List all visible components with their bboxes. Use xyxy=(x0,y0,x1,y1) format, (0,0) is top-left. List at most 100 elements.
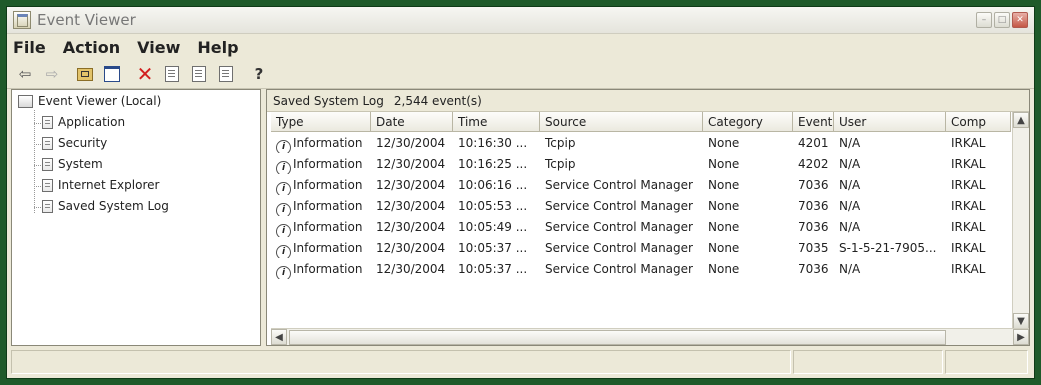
tree-connector xyxy=(34,123,41,124)
cell-event: 7035 xyxy=(798,241,829,255)
cell-category: None xyxy=(708,220,740,234)
scroll-up-icon[interactable]: ▲ xyxy=(1013,112,1029,128)
cell-event: 4202 xyxy=(798,157,829,171)
cell-type: i Information xyxy=(271,195,371,216)
type-label: Information xyxy=(293,157,363,171)
cell-computer: IRKAL xyxy=(951,220,986,234)
column-header-computer[interactable]: Comp xyxy=(946,112,1011,132)
status-pane xyxy=(945,350,1028,374)
column-header-user[interactable]: User xyxy=(834,112,946,132)
cell-user: N/A xyxy=(839,178,861,192)
cell-date: 12/30/2004 xyxy=(376,199,446,213)
up-folder-icon[interactable] xyxy=(73,63,97,85)
type-label: Information xyxy=(293,220,363,234)
status-bar xyxy=(11,350,1030,374)
type-label: Information xyxy=(293,241,363,255)
table-row[interactable]: i Information 12/30/2004 10:05:37 ... Ser… xyxy=(271,237,1013,258)
column-header-category[interactable]: Category xyxy=(703,112,793,132)
cell-time: 10:05:37 ... xyxy=(458,262,528,276)
cell-time: 10:05:49 ... xyxy=(458,220,528,234)
tree-item-security[interactable]: Security xyxy=(42,136,107,150)
scroll-down-icon[interactable]: ▼ xyxy=(1013,313,1029,329)
cell-source: Service Control Manager xyxy=(545,199,693,213)
event-viewer-icon xyxy=(13,11,31,29)
column-header-event[interactable]: Event xyxy=(793,112,834,132)
cell-user: N/A xyxy=(839,262,861,276)
cell-user: S-1-5-21-7905... xyxy=(839,241,937,255)
tree-item-system[interactable]: System xyxy=(42,157,103,171)
minimize-button[interactable]: – xyxy=(976,12,992,28)
computer-icon xyxy=(18,94,33,108)
event-count: 2,544 event(s) xyxy=(393,93,482,108)
table-row[interactable]: i Information 12/30/2004 10:06:16 ... Ser… xyxy=(271,174,1013,195)
column-header-time[interactable]: Time xyxy=(453,112,540,132)
table-row[interactable]: i Information 12/30/2004 10:16:25 ... Tcp… xyxy=(271,153,1013,174)
event-list-pane: Saved System Log 2,544 event(s) Type Dat… xyxy=(266,89,1030,346)
forward-arrow-icon[interactable]: ⇨ xyxy=(40,63,64,85)
cell-user: N/A xyxy=(839,136,861,150)
cell-type: i Information xyxy=(271,258,371,279)
cell-type: i Information xyxy=(271,153,371,174)
information-icon: i xyxy=(276,161,291,174)
type-label: Information xyxy=(293,178,363,192)
window-title: Event Viewer xyxy=(37,11,136,29)
status-pane xyxy=(793,350,943,374)
tree-connector xyxy=(34,186,41,187)
horizontal-scroll-thumb[interactable] xyxy=(289,330,946,345)
tree-item-application[interactable]: Application xyxy=(42,115,125,129)
log-icon xyxy=(42,199,53,213)
refresh-icon[interactable] xyxy=(187,63,211,85)
type-label: Information xyxy=(293,262,363,276)
scroll-left-icon[interactable]: ◀ xyxy=(271,329,287,345)
tree-item-label: Saved System Log xyxy=(58,199,169,213)
horizontal-scrollbar[interactable]: ◀ ▶ xyxy=(271,328,1029,345)
vertical-scrollbar[interactable]: ▲ ▼ xyxy=(1012,112,1029,329)
cell-type: i Information xyxy=(271,132,371,153)
column-header-source[interactable]: Source xyxy=(540,112,703,132)
cell-computer: IRKAL xyxy=(951,262,986,276)
menu-view[interactable]: View xyxy=(137,38,180,57)
help-icon[interactable]: ? xyxy=(247,63,271,85)
tree-connector xyxy=(34,110,35,213)
export-list-icon[interactable] xyxy=(214,63,238,85)
maximize-button[interactable]: □ xyxy=(994,12,1010,28)
cell-category: None xyxy=(708,178,740,192)
information-icon: i xyxy=(276,224,291,237)
show-hide-tree-icon[interactable] xyxy=(100,63,124,85)
table-row[interactable]: i Information 12/30/2004 10:05:53 ... Ser… xyxy=(271,195,1013,216)
column-header-date[interactable]: Date xyxy=(371,112,453,132)
back-arrow-icon[interactable]: ⇦ xyxy=(13,63,37,85)
information-icon: i xyxy=(276,245,291,258)
menu-help[interactable]: Help xyxy=(197,38,238,57)
cell-computer: IRKAL xyxy=(951,199,986,213)
properties-icon[interactable] xyxy=(160,63,184,85)
cell-category: None xyxy=(708,241,740,255)
cell-date: 12/30/2004 xyxy=(376,157,446,171)
menu-action[interactable]: Action xyxy=(63,38,120,57)
cell-type: i Information xyxy=(271,237,371,258)
cell-time: 10:16:30 ... xyxy=(458,136,528,150)
log-icon xyxy=(42,136,53,150)
cell-time: 10:06:16 ... xyxy=(458,178,528,192)
tree-item-label: System xyxy=(58,157,103,171)
cell-category: None xyxy=(708,136,740,150)
cell-category: None xyxy=(708,199,740,213)
cell-source: Tcpip xyxy=(545,157,576,171)
tree-item-saved-system-log[interactable]: Saved System Log xyxy=(42,199,169,213)
close-button[interactable]: ✕ xyxy=(1012,12,1028,28)
delete-icon[interactable]: ✕ xyxy=(133,62,157,86)
cell-user: N/A xyxy=(839,157,861,171)
cell-date: 12/30/2004 xyxy=(376,241,446,255)
log-icon xyxy=(42,157,53,171)
information-icon: i xyxy=(276,182,291,195)
table-row[interactable]: i Information 12/30/2004 10:05:37 ... Ser… xyxy=(271,258,1013,279)
scroll-right-icon[interactable]: ▶ xyxy=(1013,329,1029,345)
tree-item-internet-explorer[interactable]: Internet Explorer xyxy=(42,178,159,192)
table-row[interactable]: i Information 12/30/2004 10:16:30 ... Tcp… xyxy=(271,132,1013,153)
log-name: Saved System Log xyxy=(273,93,384,108)
tree-root[interactable]: Event Viewer (Local) xyxy=(18,94,161,108)
menu-file[interactable]: File xyxy=(13,38,46,57)
column-header-type[interactable]: Type xyxy=(271,112,371,132)
table-row[interactable]: i Information 12/30/2004 10:05:49 ... Ser… xyxy=(271,216,1013,237)
tree-connector xyxy=(34,165,41,166)
